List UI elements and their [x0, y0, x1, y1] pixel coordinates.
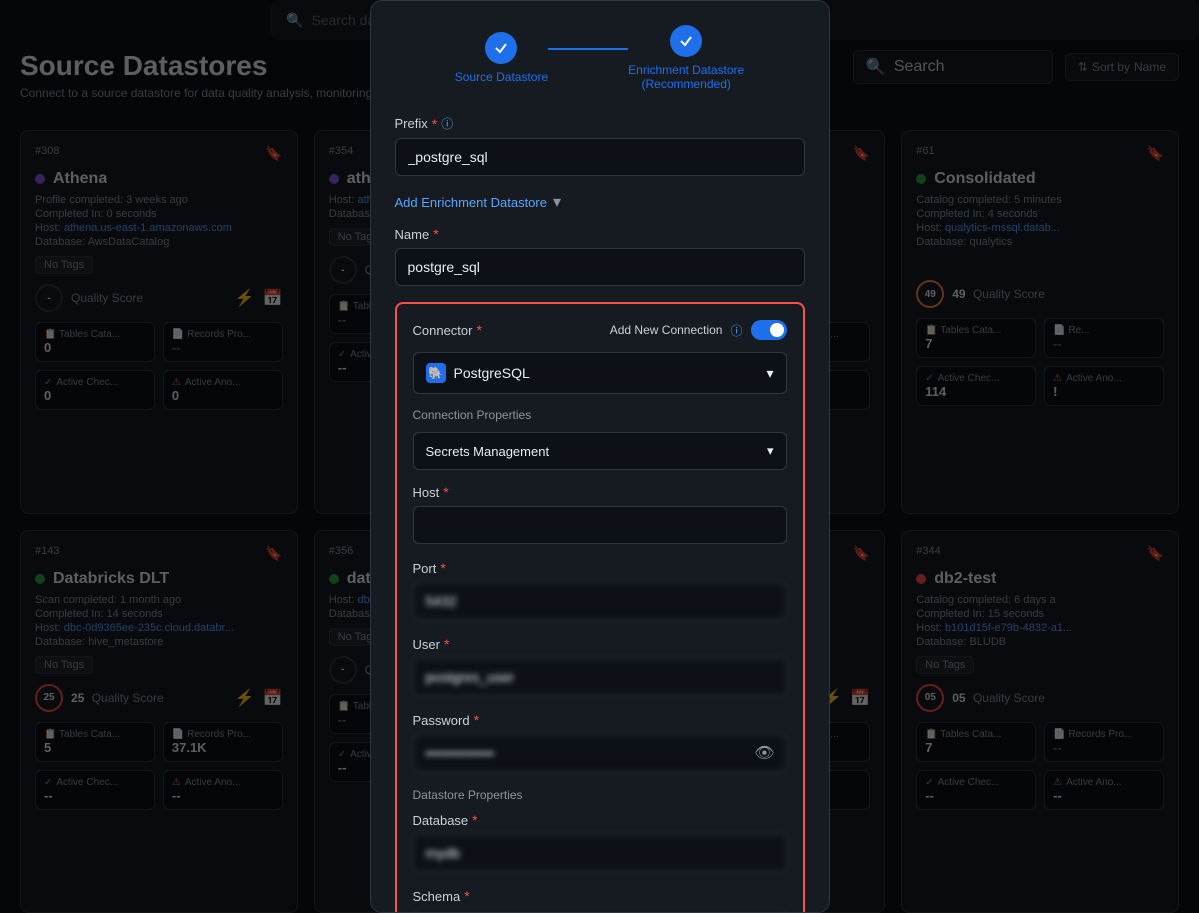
required-indicator: *	[440, 560, 445, 576]
step-2: Enrichment Datastore(Recommended)	[628, 25, 744, 91]
chevron-down-icon: ▾	[553, 192, 561, 212]
prefix-label: Prefix * ⓘ	[395, 115, 805, 132]
connector-header: Connector * Add New Connection ⓘ	[413, 320, 787, 340]
port-group: Port *	[413, 560, 787, 620]
user-group: User *	[413, 636, 787, 696]
conn-props-title: Connection Properties	[413, 408, 787, 422]
chevron-down-icon: ▾	[767, 443, 774, 459]
connector-value: PostgreSQL	[454, 365, 530, 381]
step2-circle	[670, 25, 702, 57]
port-label: Port *	[413, 560, 787, 576]
secrets-value: Secrets Management	[426, 444, 550, 459]
name-group: Name *	[395, 226, 805, 286]
user-input[interactable]	[413, 658, 787, 696]
database-group: Database *	[413, 812, 787, 872]
prefix-input[interactable]	[395, 138, 805, 176]
step-connector	[548, 48, 628, 50]
host-input[interactable]	[413, 506, 787, 544]
database-input[interactable]	[413, 834, 787, 872]
connector-section: Connector * Add New Connection ⓘ 🐘 Postg…	[395, 302, 805, 913]
host-label: Host *	[413, 484, 787, 500]
user-label: User *	[413, 636, 787, 652]
port-input[interactable]	[413, 582, 787, 620]
ds-props-title: Datastore Properties	[413, 788, 787, 802]
add-datastore-modal: Source Datastore Enrichment Datastore(Re…	[370, 0, 830, 913]
schema-group: Schema *	[413, 888, 787, 913]
host-group: Host *	[413, 484, 787, 544]
password-input[interactable]	[413, 734, 787, 772]
add-connection: Add New Connection ⓘ	[610, 320, 787, 340]
info-icon[interactable]: ⓘ	[441, 115, 453, 132]
enrichment-label: Add Enrichment Datastore	[395, 195, 547, 210]
connector-label: Connector *	[413, 322, 482, 338]
required-indicator: *	[464, 888, 469, 904]
schema-label: Schema *	[413, 888, 787, 904]
stepper: Source Datastore Enrichment Datastore(Re…	[395, 25, 805, 91]
required-indicator: *	[433, 226, 438, 242]
step1-circle	[485, 32, 517, 64]
password-wrap: 👁	[413, 734, 787, 772]
required-indicator: *	[476, 322, 481, 338]
required-indicator: *	[432, 116, 437, 132]
prefix-group: Prefix * ⓘ	[395, 115, 805, 176]
eye-icon[interactable]: 👁	[754, 743, 774, 763]
step-1: Source Datastore	[455, 32, 548, 84]
secrets-select[interactable]: Secrets Management ▾	[413, 432, 787, 470]
info-icon[interactable]: ⓘ	[730, 322, 742, 339]
step1-label: Source Datastore	[455, 70, 548, 84]
postgresql-icon: 🐘	[426, 363, 446, 383]
required-indicator: *	[443, 484, 448, 500]
chevron-down-icon: ▾	[766, 365, 773, 382]
password-group: Password * 👁	[413, 712, 787, 772]
required-indicator: *	[472, 812, 477, 828]
enrichment-toggle[interactable]: Add Enrichment Datastore ▾	[395, 192, 805, 212]
name-input[interactable]	[395, 248, 805, 286]
password-label: Password *	[413, 712, 787, 728]
connector-select[interactable]: 🐘 PostgreSQL ▾	[413, 352, 787, 394]
name-label: Name *	[395, 226, 805, 242]
required-indicator: *	[474, 712, 479, 728]
step2-label: Enrichment Datastore(Recommended)	[628, 63, 744, 91]
required-indicator: *	[444, 636, 449, 652]
database-label: Database *	[413, 812, 787, 828]
add-connection-toggle[interactable]	[751, 320, 787, 340]
